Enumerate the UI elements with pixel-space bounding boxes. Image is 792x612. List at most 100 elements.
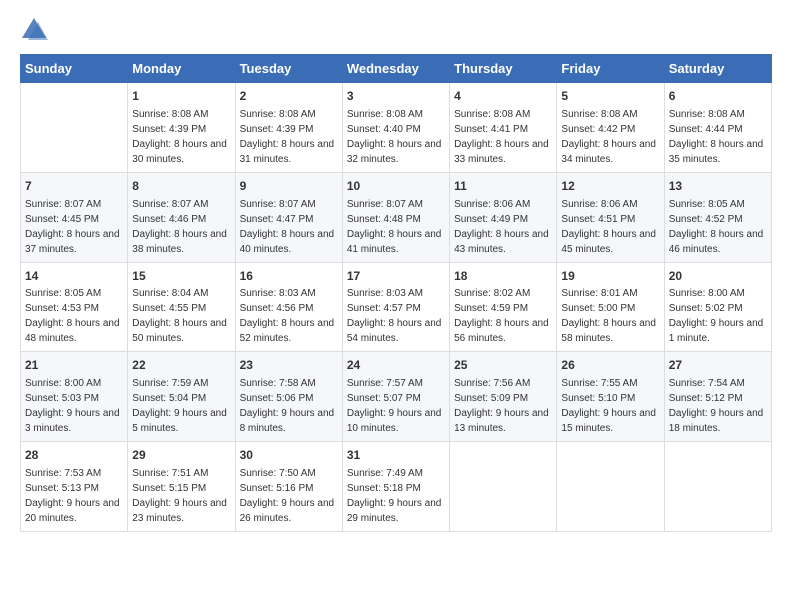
sunrise-info: Sunrise: 8:07 AM	[347, 199, 423, 210]
daylight-info: Daylight: 9 hours and 23 minutes.	[132, 498, 227, 524]
sunrise-info: Sunrise: 7:58 AM	[240, 378, 316, 389]
day-number: 17	[347, 268, 445, 285]
sunset-info: Sunset: 5:12 PM	[669, 393, 743, 404]
sunset-info: Sunset: 5:03 PM	[25, 393, 99, 404]
sunrise-info: Sunrise: 7:55 AM	[561, 378, 637, 389]
day-number: 19	[561, 268, 659, 285]
day-cell: 19Sunrise: 8:01 AMSunset: 5:00 PMDayligh…	[557, 262, 664, 352]
sunset-info: Sunset: 5:18 PM	[347, 483, 421, 494]
header	[20, 16, 772, 44]
sunrise-info: Sunrise: 7:59 AM	[132, 378, 208, 389]
logo	[20, 16, 52, 44]
sunrise-info: Sunrise: 7:54 AM	[669, 378, 745, 389]
day-number: 12	[561, 178, 659, 195]
day-number: 9	[240, 178, 338, 195]
day-number: 7	[25, 178, 123, 195]
daylight-info: Daylight: 9 hours and 29 minutes.	[347, 498, 442, 524]
day-number: 18	[454, 268, 552, 285]
day-number: 25	[454, 357, 552, 374]
daylight-info: Daylight: 8 hours and 34 minutes.	[561, 139, 656, 165]
sunrise-info: Sunrise: 8:02 AM	[454, 288, 530, 299]
daylight-info: Daylight: 8 hours and 32 minutes.	[347, 139, 442, 165]
day-number: 3	[347, 88, 445, 105]
day-cell: 30Sunrise: 7:50 AMSunset: 5:16 PMDayligh…	[235, 442, 342, 532]
day-cell: 18Sunrise: 8:02 AMSunset: 4:59 PMDayligh…	[450, 262, 557, 352]
day-number: 14	[25, 268, 123, 285]
day-cell: 15Sunrise: 8:04 AMSunset: 4:55 PMDayligh…	[128, 262, 235, 352]
sunrise-info: Sunrise: 8:05 AM	[25, 288, 101, 299]
day-cell: 2Sunrise: 8:08 AMSunset: 4:39 PMDaylight…	[235, 83, 342, 173]
daylight-info: Daylight: 8 hours and 48 minutes.	[25, 318, 120, 344]
daylight-info: Daylight: 8 hours and 50 minutes.	[132, 318, 227, 344]
day-cell: 23Sunrise: 7:58 AMSunset: 5:06 PMDayligh…	[235, 352, 342, 442]
day-number: 4	[454, 88, 552, 105]
sunset-info: Sunset: 4:46 PM	[132, 214, 206, 225]
weekday-header-wednesday: Wednesday	[342, 55, 449, 83]
sunset-info: Sunset: 4:49 PM	[454, 214, 528, 225]
day-cell: 20Sunrise: 8:00 AMSunset: 5:02 PMDayligh…	[664, 262, 771, 352]
daylight-info: Daylight: 8 hours and 35 minutes.	[669, 139, 764, 165]
sunset-info: Sunset: 5:15 PM	[132, 483, 206, 494]
weekday-header-monday: Monday	[128, 55, 235, 83]
day-number: 30	[240, 447, 338, 464]
day-number: 31	[347, 447, 445, 464]
day-cell: 22Sunrise: 7:59 AMSunset: 5:04 PMDayligh…	[128, 352, 235, 442]
weekday-header-friday: Friday	[557, 55, 664, 83]
sunrise-info: Sunrise: 8:08 AM	[347, 109, 423, 120]
day-cell: 21Sunrise: 8:00 AMSunset: 5:03 PMDayligh…	[21, 352, 128, 442]
sunrise-info: Sunrise: 8:07 AM	[25, 199, 101, 210]
sunrise-info: Sunrise: 7:49 AM	[347, 468, 423, 479]
sunset-info: Sunset: 4:56 PM	[240, 303, 314, 314]
day-cell: 3 Sunrise: 8:08 AM Sunset: 4:40 PM Daylight…	[342, 83, 449, 173]
day-cell: 29Sunrise: 7:51 AMSunset: 5:15 PMDayligh…	[128, 442, 235, 532]
day-cell	[557, 442, 664, 532]
sunset-info: Sunset: 4:41 PM	[454, 124, 528, 135]
week-row-5: 28Sunrise: 7:53 AMSunset: 5:13 PMDayligh…	[21, 442, 772, 532]
sunrise-info: Sunrise: 8:08 AM	[132, 109, 208, 120]
sunset-info: Sunset: 4:40 PM	[347, 124, 421, 135]
day-number: 13	[669, 178, 767, 195]
day-cell: 27Sunrise: 7:54 AMSunset: 5:12 PMDayligh…	[664, 352, 771, 442]
logo-icon	[20, 16, 48, 44]
day-cell: 24Sunrise: 7:57 AMSunset: 5:07 PMDayligh…	[342, 352, 449, 442]
day-number: 15	[132, 268, 230, 285]
day-number: 10	[347, 178, 445, 195]
sunrise-info: Sunrise: 7:57 AM	[347, 378, 423, 389]
sunset-info: Sunset: 5:02 PM	[669, 303, 743, 314]
sunset-info: Sunset: 5:09 PM	[454, 393, 528, 404]
daylight-info: Daylight: 8 hours and 37 minutes.	[25, 229, 120, 255]
day-number: 29	[132, 447, 230, 464]
day-cell: 28Sunrise: 7:53 AMSunset: 5:13 PMDayligh…	[21, 442, 128, 532]
daylight-info: Daylight: 8 hours and 30 minutes.	[132, 139, 227, 165]
day-number: 8	[132, 178, 230, 195]
day-cell: 5Sunrise: 8:08 AMSunset: 4:42 PMDaylight…	[557, 83, 664, 173]
sunset-info: Sunset: 4:59 PM	[454, 303, 528, 314]
daylight-info: Daylight: 8 hours and 46 minutes.	[669, 229, 764, 255]
sunrise-info: Sunrise: 8:03 AM	[240, 288, 316, 299]
sunrise-info: Sunrise: 7:56 AM	[454, 378, 530, 389]
daylight-info: Daylight: 9 hours and 15 minutes.	[561, 408, 656, 434]
sunset-info: Sunset: 4:53 PM	[25, 303, 99, 314]
day-number: 27	[669, 357, 767, 374]
daylight-info: Daylight: 8 hours and 43 minutes.	[454, 229, 549, 255]
day-cell: 8Sunrise: 8:07 AMSunset: 4:46 PMDaylight…	[128, 172, 235, 262]
sunrise-info: Sunrise: 8:00 AM	[669, 288, 745, 299]
day-cell: 7 Sunrise: 8:07 AM Sunset: 4:45 PM Daylight…	[21, 172, 128, 262]
sunrise-info: Sunrise: 8:01 AM	[561, 288, 637, 299]
sunset-info: Sunset: 4:45 PM	[25, 214, 99, 225]
day-cell: 16Sunrise: 8:03 AMSunset: 4:56 PMDayligh…	[235, 262, 342, 352]
daylight-info: Daylight: 9 hours and 20 minutes.	[25, 498, 120, 524]
daylight-info: Daylight: 8 hours and 38 minutes.	[132, 229, 227, 255]
calendar-table: SundayMondayTuesdayWednesdayThursdayFrid…	[20, 54, 772, 532]
daylight-info: Daylight: 8 hours and 58 minutes.	[561, 318, 656, 344]
weekday-header-row: SundayMondayTuesdayWednesdayThursdayFrid…	[21, 55, 772, 83]
week-row-3: 14 Sunrise: 8:05 AM Sunset: 4:53 PM Dayligh…	[21, 262, 772, 352]
daylight-info: Daylight: 9 hours and 26 minutes.	[240, 498, 335, 524]
sunrise-info: Sunrise: 8:03 AM	[347, 288, 423, 299]
day-cell	[664, 442, 771, 532]
sunset-info: Sunset: 4:44 PM	[669, 124, 743, 135]
day-cell: 25Sunrise: 7:56 AMSunset: 5:09 PMDayligh…	[450, 352, 557, 442]
day-cell: 1Sunrise: 8:08 AMSunset: 4:39 PMDaylight…	[128, 83, 235, 173]
sunrise-info: Sunrise: 8:08 AM	[454, 109, 530, 120]
day-cell: 10Sunrise: 8:07 AMSunset: 4:48 PMDayligh…	[342, 172, 449, 262]
